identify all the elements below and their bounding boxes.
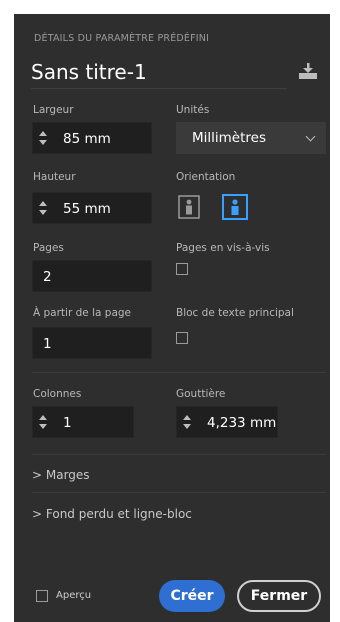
- document-name-input[interactable]: Sans titre-1: [31, 56, 287, 89]
- start-page-value: 1: [43, 336, 52, 352]
- orientation-label: Orientation: [176, 171, 236, 183]
- units-select[interactable]: Millimètres: [176, 122, 326, 154]
- start-page-field[interactable]: 1: [32, 327, 152, 359]
- height-label: Hauteur: [33, 171, 76, 183]
- facing-pages-label: Pages en vis-à-vis: [176, 242, 270, 254]
- columns-value: 1: [63, 415, 72, 431]
- gutter-value: 4,233 mm: [207, 415, 277, 431]
- primary-text-frame-checkbox[interactable]: [176, 332, 188, 344]
- stepper-down-icon[interactable]: [39, 210, 47, 215]
- landscape-orientation-icon[interactable]: [222, 194, 248, 220]
- pages-value: 2: [43, 269, 52, 285]
- new-document-panel: DÉTAILS DU PARAMÈTRE PRÉDÉFINI Sans titr…: [14, 14, 330, 622]
- columns-stepper[interactable]: [33, 407, 55, 437]
- width-label: Largeur: [33, 104, 74, 116]
- save-preset-icon[interactable]: [298, 62, 318, 80]
- gutter-label: Gouttière: [176, 388, 226, 400]
- width-stepper[interactable]: [33, 123, 55, 153]
- stepper-down-icon[interactable]: [39, 140, 47, 145]
- gutter-field[interactable]: 4,233 mm: [176, 406, 278, 438]
- section-title: DÉTAILS DU PARAMÈTRE PRÉDÉFINI: [34, 33, 210, 44]
- portrait-orientation-icon[interactable]: [178, 195, 200, 219]
- facing-pages-checkbox[interactable]: [176, 263, 188, 275]
- height-value: 55 mm: [63, 201, 111, 217]
- start-page-label: À partir de la page: [33, 307, 132, 319]
- bleed-slug-label: Fond perdu et ligne-bloc: [45, 507, 192, 521]
- stepper-up-icon[interactable]: [39, 415, 47, 420]
- gutter-stepper[interactable]: [177, 407, 199, 437]
- units-value: Millimètres: [192, 130, 266, 146]
- height-field[interactable]: 55 mm: [32, 192, 152, 224]
- preview-checkbox[interactable]: [36, 590, 48, 602]
- pages-field[interactable]: 2: [32, 260, 152, 292]
- columns-field[interactable]: 1: [32, 406, 134, 438]
- divider: [32, 492, 326, 493]
- bleed-slug-expander[interactable]: > Fond perdu et ligne-bloc: [32, 507, 192, 521]
- primary-text-frame-label: Bloc de texte principal: [176, 307, 294, 319]
- create-button[interactable]: Créer: [159, 580, 225, 612]
- width-value: 85 mm: [63, 131, 111, 147]
- stepper-down-icon[interactable]: [39, 424, 47, 429]
- chevron-down-icon: [305, 131, 316, 142]
- pages-label: Pages: [33, 242, 64, 254]
- close-button[interactable]: Fermer: [237, 580, 321, 612]
- margins-label: Marges: [45, 468, 90, 482]
- units-label: Unités: [176, 104, 210, 116]
- stepper-up-icon[interactable]: [39, 201, 47, 206]
- preview-label: Aperçu: [56, 590, 92, 601]
- margins-expander[interactable]: > Marges: [32, 468, 90, 482]
- stepper-up-icon[interactable]: [39, 131, 47, 136]
- stepper-down-icon[interactable]: [183, 424, 191, 429]
- divider: [32, 372, 326, 373]
- chevron-right-icon: >: [32, 507, 46, 521]
- width-field[interactable]: 85 mm: [32, 122, 152, 154]
- columns-label: Colonnes: [33, 388, 82, 400]
- chevron-right-icon: >: [32, 468, 46, 482]
- divider: [32, 454, 326, 455]
- height-stepper[interactable]: [33, 193, 55, 223]
- stepper-up-icon[interactable]: [183, 415, 191, 420]
